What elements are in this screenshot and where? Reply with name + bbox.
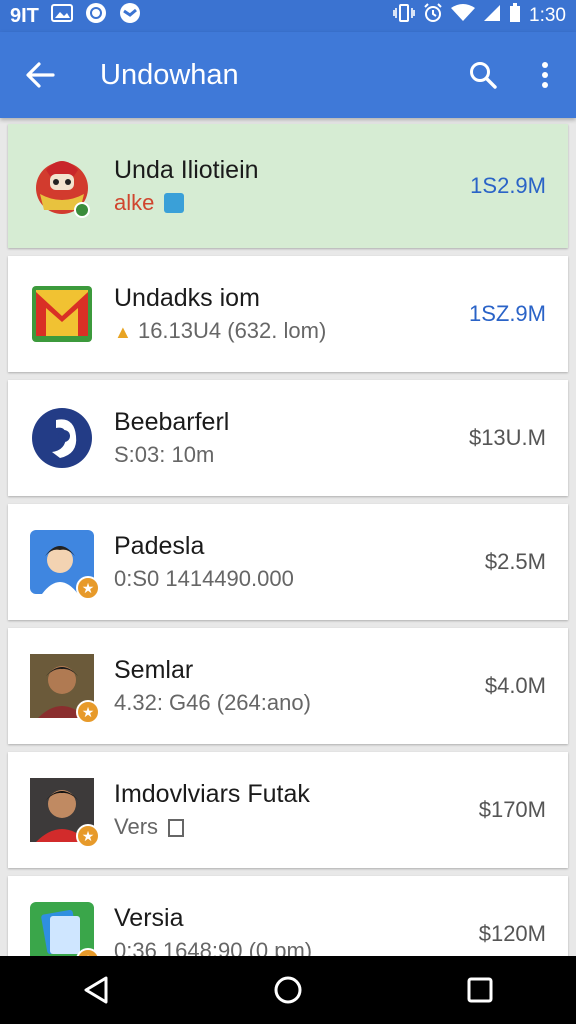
app-bar: Undowhan [0,32,576,118]
nav-back-button[interactable] [56,956,136,1024]
app-size: 1SZ.9M [468,301,546,326]
carrier-label: 9IT [10,4,39,27]
battery-icon [509,3,521,29]
list-item[interactable]: Beebarferl S:03: 10m $13U.M [8,380,568,496]
clock: 1:30 [529,5,566,26]
search-icon [470,62,497,89]
search-button[interactable] [452,32,514,118]
app-size: $2.5M [484,549,546,574]
more-options-button[interactable] [514,32,576,118]
browser-app-icon [30,406,94,470]
update-badge-icon: ★ [76,824,100,848]
app-size: $4.0M [484,673,546,698]
more-vert-icon [542,62,548,88]
gmail-app-icon [30,282,94,346]
square-recents-icon [467,977,493,1003]
warning-icon: ▲ [114,321,132,342]
circle-home-icon [274,976,302,1004]
status-bar: 9IT 1:30 [0,0,576,32]
page-title: Undowhan [100,58,239,91]
triangle-back-icon [84,976,108,1004]
navigation-bar [0,956,576,1024]
mascot-app-icon [30,154,94,218]
update-badge-icon: ★ [76,700,100,724]
nav-home-button[interactable] [248,956,328,1024]
app-list: Unda Iliotiein alke 1S2.9M Undadks iom ▲… [8,124,568,1000]
avatar-app-icon: ★ [30,530,100,600]
app-size: $120M [478,921,546,946]
vibrate-icon [393,4,415,28]
list-item[interactable]: ★ Padesla 0:S0 1414490.000 $2.5M [8,504,568,620]
update-badge-icon: ★ [76,576,100,600]
wifi-icon [451,4,476,28]
list-item[interactable]: Undadks iom ▲ 16.13U4 (632. lom) 1SZ.9M [8,256,568,372]
signal-icon [483,4,501,28]
verified-badge-icon [164,193,185,213]
photo-app-icon: ★ [30,778,100,848]
arrow-back-icon [26,62,55,88]
app-size: 1S2.9M [470,173,546,198]
nav-recents-button[interactable] [440,956,520,1024]
list-item[interactable]: Unda Iliotiein alke 1S2.9M [8,124,568,248]
chat-notification-icon [85,2,107,30]
image-notification-icon [50,4,73,28]
alarm-icon [423,3,443,29]
app-size: $170M [478,797,546,822]
info-tag-icon [168,819,185,837]
list-item[interactable]: ★ Imdovlviars Futak Vers $170M [8,752,568,868]
app-size: $13U.M [468,425,546,450]
back-button[interactable] [0,32,80,118]
list-item[interactable]: ★ Semlar 4.32: G46 (264:ano) $4.0M [8,628,568,744]
messenger-notification-icon [119,2,141,30]
photo-app-icon: ★ [30,654,100,724]
